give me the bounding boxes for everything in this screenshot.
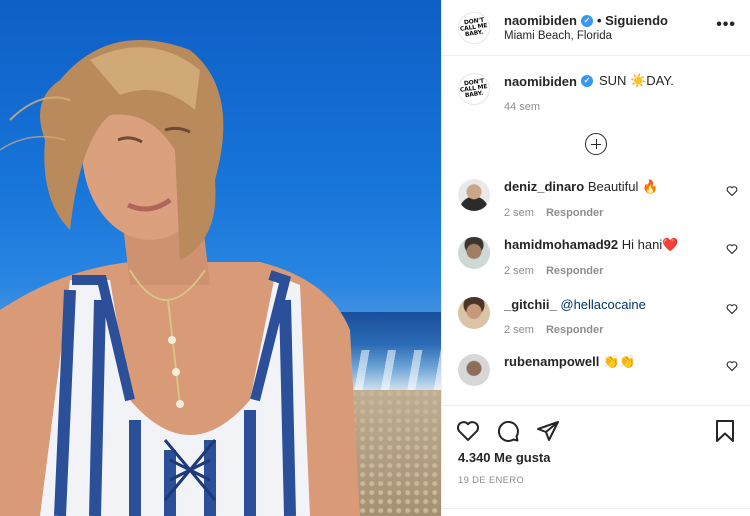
like-heart-icon[interactable]	[456, 419, 480, 443]
comment-avatar[interactable]	[458, 354, 490, 386]
comment-time[interactable]: 2 sem	[504, 207, 534, 219]
load-more-comments-icon[interactable]	[585, 133, 607, 155]
comment-text: 👏👏	[602, 354, 636, 369]
post-actions: 4.340 Me gusta 19 DE ENERO	[442, 405, 750, 516]
share-paper-plane-icon[interactable]	[536, 419, 560, 443]
comment-item: deniz_dinaro Beautiful 🔥 2 sem Responder	[442, 179, 750, 219]
post-side-panel: DON'T CALL ME BABY. naomibiden ✓ • Sigui…	[441, 0, 750, 516]
comment-avatar[interactable]	[458, 297, 490, 329]
username-link[interactable]: naomibiden	[504, 13, 577, 28]
like-comment-heart-icon[interactable]	[726, 185, 738, 197]
likes-count[interactable]: 4.340 Me gusta	[442, 446, 750, 465]
comment-text: Hi hani❤️	[621, 237, 679, 252]
post-photo[interactable]	[0, 0, 441, 516]
like-comment-heart-icon[interactable]	[726, 360, 738, 372]
comments-list[interactable]: DON'T CALL ME BABY. naomibiden ✓ SUN ☀️D…	[442, 57, 750, 405]
comment-username[interactable]: deniz_dinaro	[504, 179, 584, 194]
comment-mention-link[interactable]: @hellacocaine	[560, 297, 645, 312]
reply-button[interactable]: Responder	[546, 324, 603, 336]
following-status[interactable]: • Siguiendo	[597, 13, 668, 28]
portrait-illustration	[0, 40, 360, 516]
like-comment-heart-icon[interactable]	[726, 303, 738, 315]
location-link[interactable]: Miami Beach, Florida	[504, 30, 668, 42]
comment-username[interactable]: _gitchii_	[504, 297, 557, 312]
logo-text-line: BABY.	[464, 28, 484, 38]
comment-avatar[interactable]	[458, 179, 490, 211]
comment-time[interactable]: 2 sem	[504, 265, 534, 277]
comment-bubble-icon[interactable]	[496, 419, 520, 443]
reply-button[interactable]: Responder	[546, 207, 603, 219]
comment-text: Beautiful 🔥	[587, 179, 659, 194]
caption-avatar-logo[interactable]: DON'T CALL ME BABY.	[458, 73, 490, 105]
add-comment-area[interactable]	[442, 508, 750, 516]
verified-badge-icon: ✓	[580, 75, 593, 87]
caption-text: SUN ☀️DAY.	[598, 73, 674, 88]
logo-text-line: BABY.	[464, 89, 484, 100]
caption: DON'T CALL ME BABY. naomibiden ✓ SUN ☀️D…	[442, 57, 750, 113]
like-comment-heart-icon[interactable]	[726, 243, 738, 255]
post-header: DON'T CALL ME BABY. naomibiden ✓ • Sigui…	[442, 0, 750, 56]
save-bookmark-icon[interactable]	[714, 419, 736, 443]
reply-button[interactable]: Responder	[546, 265, 603, 277]
caption-time[interactable]: 44 sem	[504, 101, 674, 113]
caption-username[interactable]: naomibiden	[504, 74, 577, 89]
verified-badge-icon: ✓	[580, 14, 593, 27]
comment-item: hamidmohamad92 Hi hani❤️ 2 sem Responder	[442, 237, 750, 277]
profile-avatar-logo[interactable]: DON'T CALL ME BABY.	[458, 11, 490, 44]
more-options-icon[interactable]: •••	[716, 16, 736, 34]
comment-username[interactable]: hamidmohamad92	[504, 237, 618, 252]
comment-avatar[interactable]	[458, 237, 490, 269]
comment-item: rubenampowell 👏👏	[442, 354, 750, 386]
comment-item: _gitchii_ @hellacocaine 2 sem Responder	[442, 297, 750, 336]
post-date[interactable]: 19 DE ENERO	[442, 465, 750, 486]
comment-time[interactable]: 2 sem	[504, 324, 534, 336]
comment-username[interactable]: rubenampowell	[504, 354, 599, 369]
